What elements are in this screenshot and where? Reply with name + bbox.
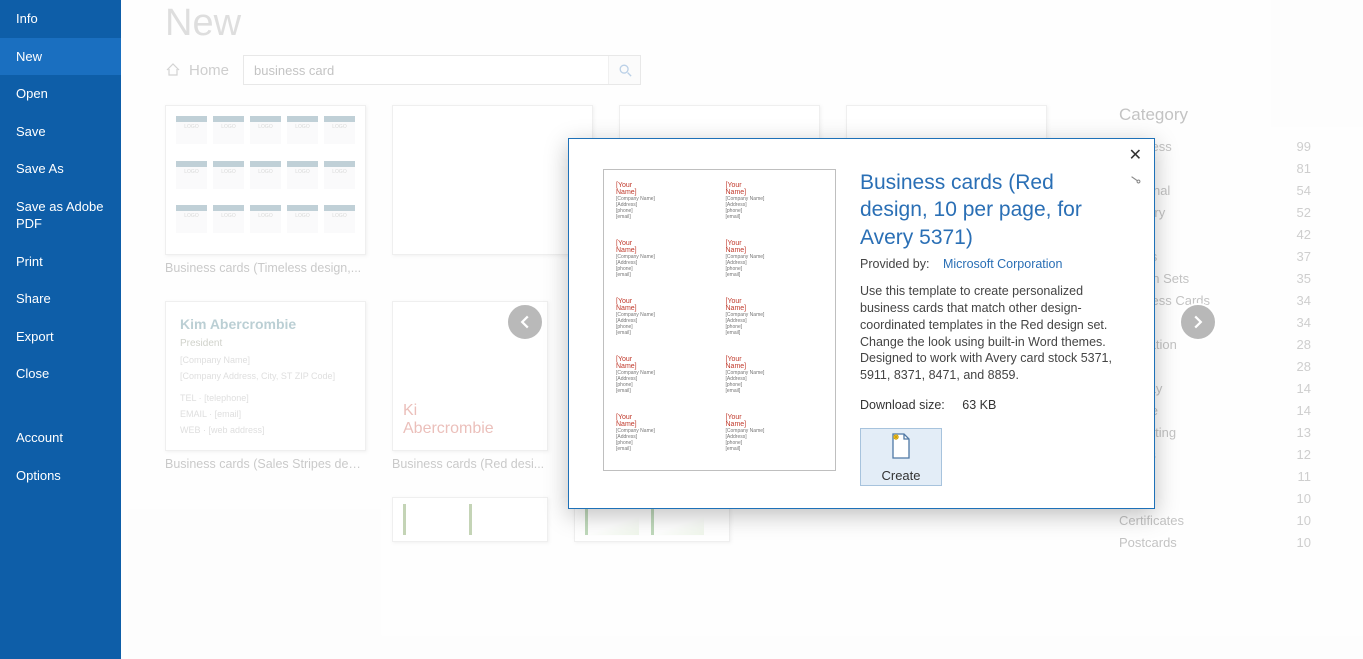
sidebar-item-info[interactable]: Info <box>0 0 121 38</box>
provided-by-label: Provided by: <box>860 257 929 271</box>
backstage-sidebar: InfoNewOpenSaveSave AsSave as Adobe PDFP… <box>0 0 121 659</box>
download-size-label: Download size: <box>860 398 945 412</box>
download-size-row: Download size: 63 KB <box>860 398 1132 412</box>
app-root: InfoNewOpenSaveSave AsSave as Adobe PDFP… <box>0 0 1363 659</box>
close-button[interactable]: ✕ <box>1129 145 1142 165</box>
download-size-value: 63 KB <box>962 398 996 412</box>
sidebar-item-share[interactable]: Share <box>0 280 121 318</box>
template-preview-dialog: ✕ ⊸ [YourName][Company Name][Address][ph… <box>568 138 1155 509</box>
sidebar-item-print[interactable]: Print <box>0 243 121 281</box>
chevron-right-icon <box>1191 315 1205 329</box>
dialog-preview-thumb: [YourName][Company Name][Address][phone]… <box>603 169 836 471</box>
dialog-details: Business cards (Red design, 10 per page,… <box>860 169 1132 486</box>
main-panel: New Home LOGOLOGOLOGOLOGOLOGO LOGOLOGOLO… <box>121 0 1363 659</box>
sidebar-item-open[interactable]: Open <box>0 75 121 113</box>
chevron-left-icon <box>518 315 532 329</box>
sidebar-item-options[interactable]: Options <box>0 457 121 495</box>
new-document-icon <box>889 432 913 460</box>
next-template-button[interactable] <box>1179 303 1217 341</box>
sidebar-spacer <box>0 393 121 419</box>
prev-template-button[interactable] <box>506 303 544 341</box>
create-label: Create <box>881 468 920 483</box>
sidebar-item-close[interactable]: Close <box>0 355 121 393</box>
dialog-title: Business cards (Red design, 10 per page,… <box>860 169 1120 251</box>
sidebar-item-save[interactable]: Save <box>0 113 121 151</box>
dialog-description: Use this template to create personalized… <box>860 283 1130 384</box>
create-button[interactable]: Create <box>860 428 942 486</box>
sidebar-item-save-as-adobe-pdf[interactable]: Save as Adobe PDF <box>0 188 121 243</box>
provider-link[interactable]: Microsoft Corporation <box>943 257 1063 271</box>
provided-by-row: Provided by: Microsoft Corporation <box>860 257 1132 271</box>
sidebar-item-new[interactable]: New <box>0 38 121 76</box>
sidebar-item-export[interactable]: Export <box>0 318 121 356</box>
sidebar-item-save-as[interactable]: Save As <box>0 150 121 188</box>
sidebar-item-account[interactable]: Account <box>0 419 121 457</box>
